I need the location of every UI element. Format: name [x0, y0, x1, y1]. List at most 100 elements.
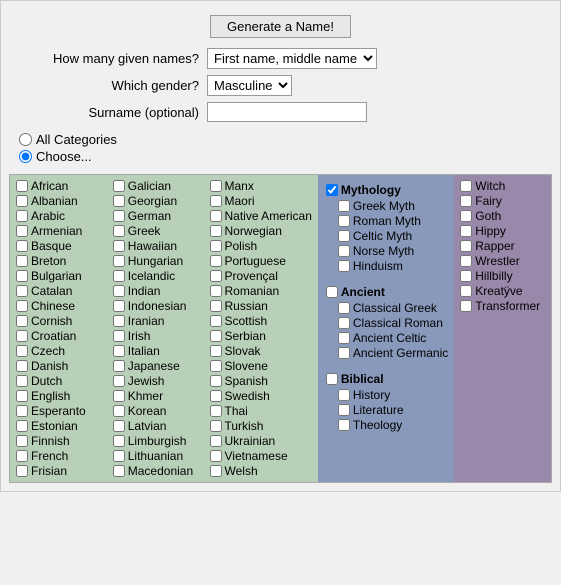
category-checkbox[interactable]	[338, 245, 350, 257]
category-checkbox[interactable]	[16, 345, 28, 357]
category-checkbox[interactable]	[113, 315, 125, 327]
list-item[interactable]: Slovak	[210, 344, 312, 358]
category-checkbox[interactable]	[113, 345, 125, 357]
list-item[interactable]: Goth	[460, 209, 545, 223]
list-item[interactable]: Dutch	[16, 374, 101, 388]
category-checkbox[interactable]	[210, 345, 222, 357]
list-item[interactable]: Greek	[113, 224, 198, 238]
all-categories-option[interactable]: All Categories	[19, 132, 542, 147]
list-item[interactable]: German	[113, 209, 198, 223]
category-checkbox[interactable]	[16, 195, 28, 207]
list-item[interactable]: Ancient Germanic	[324, 346, 448, 360]
category-checkbox[interactable]	[460, 195, 472, 207]
list-item[interactable]: Danish	[16, 359, 101, 373]
list-item[interactable]: Literature	[324, 403, 448, 417]
category-checkbox[interactable]	[210, 315, 222, 327]
group-checkbox[interactable]	[326, 286, 338, 298]
category-checkbox[interactable]	[210, 270, 222, 282]
group-checkbox[interactable]	[326, 373, 338, 385]
category-checkbox[interactable]	[460, 225, 472, 237]
list-item[interactable]: Italian	[113, 344, 198, 358]
category-checkbox[interactable]	[113, 405, 125, 417]
category-checkbox[interactable]	[16, 285, 28, 297]
category-checkbox[interactable]	[210, 465, 222, 477]
category-checkbox[interactable]	[16, 240, 28, 252]
group-header[interactable]: Ancient	[324, 285, 448, 299]
category-checkbox[interactable]	[338, 404, 350, 416]
category-checkbox[interactable]	[338, 260, 350, 272]
category-checkbox[interactable]	[16, 225, 28, 237]
list-item[interactable]: Arabic	[16, 209, 101, 223]
list-item[interactable]: Manx	[210, 179, 312, 193]
list-item[interactable]: Icelandic	[113, 269, 198, 283]
category-checkbox[interactable]	[16, 450, 28, 462]
category-checkbox[interactable]	[16, 315, 28, 327]
category-checkbox[interactable]	[460, 255, 472, 267]
category-checkbox[interactable]	[16, 210, 28, 222]
category-checkbox[interactable]	[113, 210, 125, 222]
category-checkbox[interactable]	[210, 435, 222, 447]
category-checkbox[interactable]	[210, 285, 222, 297]
category-checkbox[interactable]	[210, 195, 222, 207]
category-checkbox[interactable]	[113, 240, 125, 252]
category-checkbox[interactable]	[460, 285, 472, 297]
list-item[interactable]: History	[324, 388, 448, 402]
generate-button[interactable]: Generate a Name!	[210, 15, 351, 38]
category-checkbox[interactable]	[113, 300, 125, 312]
list-item[interactable]: Armenian	[16, 224, 101, 238]
list-item[interactable]: Galician	[113, 179, 198, 193]
list-item[interactable]: Thai	[210, 404, 312, 418]
group-checkbox[interactable]	[326, 184, 338, 196]
list-item[interactable]: Chinese	[16, 299, 101, 313]
group-header[interactable]: Mythology	[324, 183, 448, 197]
list-item[interactable]: Frisian	[16, 464, 101, 478]
category-checkbox[interactable]	[113, 255, 125, 267]
list-item[interactable]: Korean	[113, 404, 198, 418]
list-item[interactable]: Vietnamese	[210, 449, 312, 463]
category-checkbox[interactable]	[210, 405, 222, 417]
list-item[interactable]: Polish	[210, 239, 312, 253]
list-item[interactable]: Classical Roman	[324, 316, 448, 330]
list-item[interactable]: Khmer	[113, 389, 198, 403]
category-checkbox[interactable]	[16, 390, 28, 402]
list-item[interactable]: Serbian	[210, 329, 312, 343]
list-item[interactable]: Esperanto	[16, 404, 101, 418]
category-checkbox[interactable]	[113, 375, 125, 387]
list-item[interactable]: Native American	[210, 209, 312, 223]
category-checkbox[interactable]	[113, 435, 125, 447]
list-item[interactable]: Finnish	[16, 434, 101, 448]
surname-input[interactable]	[207, 102, 367, 122]
list-item[interactable]: African	[16, 179, 101, 193]
category-checkbox[interactable]	[210, 225, 222, 237]
list-item[interactable]: Turkish	[210, 419, 312, 433]
list-item[interactable]: Scottish	[210, 314, 312, 328]
category-checkbox[interactable]	[210, 450, 222, 462]
category-checkbox[interactable]	[16, 255, 28, 267]
list-item[interactable]: Maori	[210, 194, 312, 208]
list-item[interactable]: Croatian	[16, 329, 101, 343]
list-item[interactable]: Catalan	[16, 284, 101, 298]
category-checkbox[interactable]	[113, 180, 125, 192]
category-checkbox[interactable]	[460, 240, 472, 252]
category-checkbox[interactable]	[460, 270, 472, 282]
category-checkbox[interactable]	[338, 419, 350, 431]
choose-option[interactable]: Choose...	[19, 149, 542, 164]
list-item[interactable]: Breton	[16, 254, 101, 268]
list-item[interactable]: Welsh	[210, 464, 312, 478]
list-item[interactable]: Provençal	[210, 269, 312, 283]
list-item[interactable]: Cornish	[16, 314, 101, 328]
category-checkbox[interactable]	[210, 390, 222, 402]
category-checkbox[interactable]	[460, 300, 472, 312]
list-item[interactable]: Norwegian	[210, 224, 312, 238]
list-item[interactable]: Theology	[324, 418, 448, 432]
list-item[interactable]: Wrestler	[460, 254, 545, 268]
list-item[interactable]: Roman Myth	[324, 214, 448, 228]
list-item[interactable]: Estonian	[16, 419, 101, 433]
category-checkbox[interactable]	[338, 215, 350, 227]
list-item[interactable]: Fairy	[460, 194, 545, 208]
category-checkbox[interactable]	[210, 420, 222, 432]
list-item[interactable]: Georgian	[113, 194, 198, 208]
list-item[interactable]: Classical Greek	[324, 301, 448, 315]
list-item[interactable]: Latvian	[113, 419, 198, 433]
list-item[interactable]: Basque	[16, 239, 101, 253]
